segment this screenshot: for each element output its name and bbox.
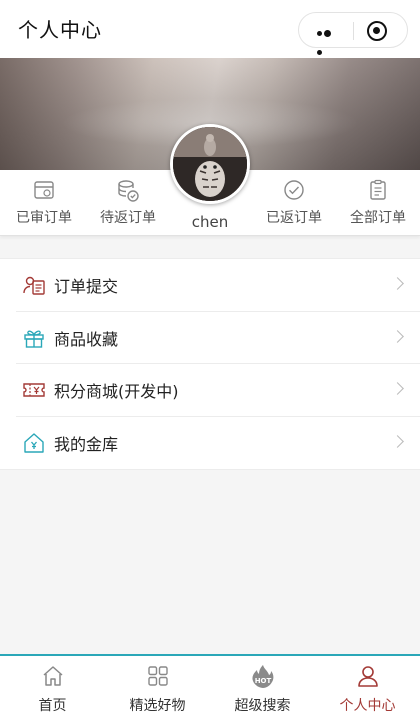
tab-super-search[interactable]: HOT 超级搜索 (210, 664, 315, 715)
menu-list: 订单提交 商品收藏 积分商城(开发中) 我的金库 (0, 258, 420, 470)
tab-label: 首页 (38, 698, 67, 714)
user-card-icon (22, 273, 46, 297)
calendar-icon (2, 178, 86, 204)
tab-home[interactable]: 首页 (0, 664, 105, 715)
page-title: 个人中心 (18, 18, 102, 42)
menu-item-points-mall[interactable]: 积分商城(开发中) (16, 364, 420, 417)
menu-item-label: 我的金库 (54, 434, 119, 454)
tab-label: 个人中心 (339, 698, 396, 714)
svg-text:HOT: HOT (254, 677, 271, 685)
check-circle-icon (252, 178, 336, 204)
hot-icon: HOT (210, 664, 315, 690)
chevron-right-icon (391, 382, 404, 395)
chevron-right-icon (391, 277, 404, 290)
tab-profile[interactable]: 个人中心 (315, 664, 420, 715)
close-target-icon[interactable] (367, 21, 387, 41)
grid-icon (105, 664, 210, 690)
chevron-right-icon (391, 329, 404, 343)
menu-item-label: 订单提交 (54, 277, 119, 296)
person-icon (315, 664, 420, 690)
gift-icon (22, 326, 46, 350)
menu-item-favorites[interactable]: 商品收藏 (16, 312, 420, 364)
bottom-tab-bar: 首页 精选好物 HOT 超级搜索 个人中心 (0, 654, 420, 719)
mini-program-capsule (298, 12, 408, 55)
tab-label: 超级搜索 (234, 698, 291, 714)
order-label: 已返订单 (266, 210, 322, 226)
home-icon (0, 664, 105, 690)
coins-icon (86, 178, 170, 204)
nav-bar: 个人中心 (0, 0, 420, 58)
house-yen-icon (22, 431, 46, 455)
menu-item-vault[interactable]: 我的金库 (16, 417, 420, 470)
ticket-icon (22, 378, 46, 402)
order-returned[interactable]: 已返订单 (252, 178, 336, 227)
menu-item-label: 积分商城(开发中) (54, 382, 179, 401)
order-label: 已审订单 (16, 210, 72, 226)
capsule-divider (353, 22, 354, 40)
username: chen (191, 213, 229, 231)
order-label: 待返订单 (100, 210, 156, 226)
order-label: 全部订单 (350, 210, 406, 226)
more-icon[interactable] (317, 23, 339, 55)
menu-item-label: 商品收藏 (54, 329, 119, 349)
menu-item-order-submit[interactable]: 订单提交 (16, 259, 420, 312)
tab-featured[interactable]: 精选好物 (105, 664, 210, 715)
tab-label: 精选好物 (129, 698, 186, 714)
clipboard-icon (336, 178, 420, 204)
order-pending-return[interactable]: 待返订单 (86, 178, 170, 227)
chevron-right-icon (391, 434, 404, 448)
avatar[interactable] (170, 124, 250, 204)
order-reviewed[interactable]: 已审订单 (2, 178, 86, 227)
order-all[interactable]: 全部订单 (336, 178, 420, 227)
